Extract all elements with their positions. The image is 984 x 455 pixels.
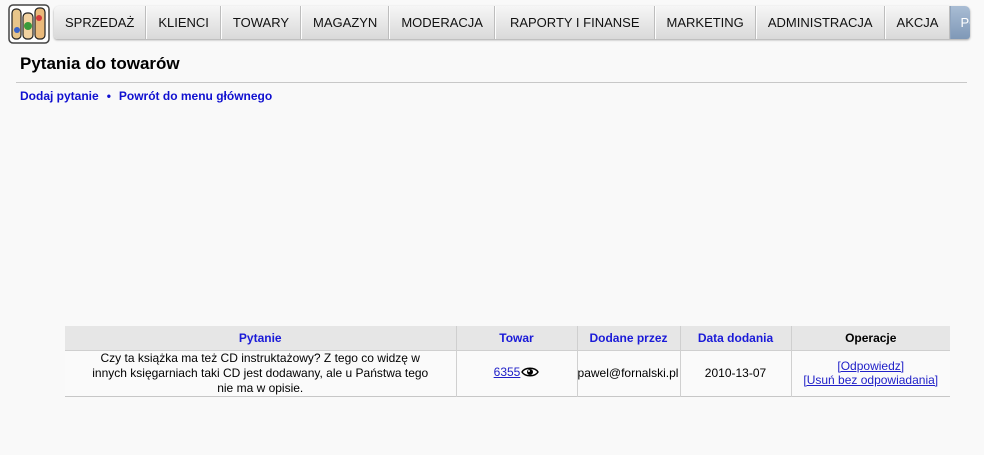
link-separator: • [106,89,111,103]
nav-item-magazyn[interactable]: MAGAZYN [301,6,390,39]
logo[interactable] [8,4,50,44]
back-to-menu-link[interactable]: Powrót do menu głównego [119,89,272,103]
product-link[interactable]: 6355 [494,365,521,379]
logo-graphic [8,4,50,44]
added-by-cell: pawel@fornalski.pl [576,350,680,396]
delete-without-answer-link[interactable]: [Usuń bez odpowiadania] [793,373,950,387]
nav-item-klienci[interactable]: KLIENCI [146,6,221,39]
nav-item-raporty[interactable]: RAPORTY I FINANSE [494,6,655,39]
nav-item-administracja[interactable]: ADMINISTRACJA [755,6,885,39]
nav-item-akcja[interactable]: AKCJA [884,6,951,39]
answer-link[interactable]: [Odpowiedz] [793,359,950,373]
nav-item-pomoc[interactable]: POMOC ? [950,6,970,39]
nav-item-moderacja[interactable]: MODERACJA [389,6,495,39]
date-cell: 2010-13-07 [679,350,791,396]
column-header-question[interactable]: Pytanie [65,326,456,351]
title-divider [16,82,967,83]
table-header-row: Pytanie Towar Dodane przez Data dodania … [65,326,950,351]
question-text: Czy ta książka ma też CD instruktażowy? … [65,350,456,396]
nav-item-towary[interactable]: TOWARY [220,6,302,39]
column-header-date[interactable]: Data dodania [679,326,791,351]
help-label: POMOC [960,15,970,30]
nav-item-marketing[interactable]: MARKETING [654,6,756,39]
column-header-operations: Operacje [790,326,950,351]
product-cell: 6355 [455,350,577,396]
table-row: Czy ta książka ma też CD instruktażowy? … [65,350,950,396]
column-header-product[interactable]: Towar [455,326,577,351]
main-nav: SPRZEDAŻ KLIENCI TOWARY MAGAZYN MODERACJ… [54,6,970,39]
nav-item-sprzedaz[interactable]: SPRZEDAŻ [54,6,147,39]
questions-table: Pytanie Towar Dodane przez Data dodania … [65,326,950,397]
operations-cell: [Odpowiedz] [Usuń bez odpowiadania] [790,350,950,396]
add-question-link[interactable]: Dodaj pytanie [20,89,99,103]
column-header-added-by[interactable]: Dodane przez [576,326,680,351]
page-title: Pytania do towarów [20,54,180,73]
page-actions: Dodaj pytanie • Powrót do menu głównego [20,89,272,103]
eye-icon[interactable] [521,366,540,381]
